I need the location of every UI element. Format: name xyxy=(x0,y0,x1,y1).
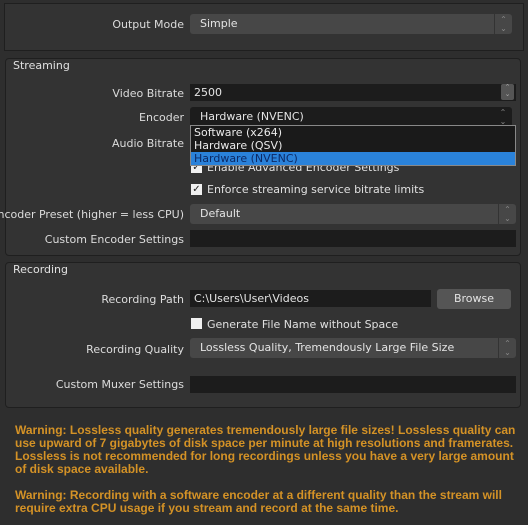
no-space-checkbox[interactable] xyxy=(191,318,202,329)
output-mode-label: Output Mode xyxy=(112,18,184,31)
no-space-label: Generate File Name without Space xyxy=(207,318,399,331)
output-mode-value: Simple xyxy=(200,17,238,30)
recording-title: Recording xyxy=(13,263,69,276)
recording-path-label: Recording Path xyxy=(101,293,184,306)
spin-arrows-icon: ⌃ ⌄ xyxy=(499,108,507,126)
spin-arrows-icon: ⌃ ⌄ xyxy=(498,204,516,224)
video-bitrate-value: 2500 xyxy=(194,86,222,99)
video-bitrate-label: Video Bitrate xyxy=(112,87,184,100)
encoder-preset-value: Default xyxy=(200,207,241,220)
enforce-bitrate-label: Enforce streaming service bitrate limits xyxy=(207,183,425,196)
output-mode-select[interactable]: Simple ⌃ ⌄ xyxy=(190,14,512,34)
encoder-preset-select[interactable]: Default ⌃ ⌄ xyxy=(190,204,516,224)
encoder-option-x264[interactable]: Software (x264) xyxy=(191,126,515,139)
recording-quality-value: Lossless Quality, Tremendously Large Fil… xyxy=(200,341,455,354)
recording-path-input[interactable]: C:\Users\User\Videos xyxy=(190,290,431,307)
encoder-value: Hardware (NVENC) xyxy=(200,110,304,123)
encoder-preset-label: Encoder Preset (higher = less CPU) xyxy=(0,208,184,221)
recording-quality-select[interactable]: Lossless Quality, Tremendously Large Fil… xyxy=(190,338,516,358)
encoder-select[interactable]: Hardware (NVENC) ⌃ ⌄ xyxy=(190,107,512,127)
video-bitrate-spinbox[interactable]: 2500 ⌃ ⌄ xyxy=(190,84,516,101)
spin-arrows-icon: ⌃ ⌄ xyxy=(498,338,516,358)
streaming-title: Streaming xyxy=(13,59,70,72)
browse-button[interactable]: Browse xyxy=(437,289,511,309)
spin-arrows-icon[interactable]: ⌃ ⌄ xyxy=(501,84,514,100)
spin-arrows-icon: ⌃ ⌄ xyxy=(494,14,512,34)
encoder-dropdown-list: Software (x264) Hardware (QSV) Hardware … xyxy=(190,125,516,166)
software-encoder-warning: Warning: Recording with a software encod… xyxy=(15,488,502,515)
encoder-option-qsv[interactable]: Hardware (QSV) xyxy=(191,139,515,152)
recording-quality-label: Recording Quality xyxy=(86,343,184,356)
custom-muxer-input[interactable] xyxy=(190,376,516,393)
custom-encoder-input[interactable] xyxy=(190,230,516,247)
enforce-bitrate-checkbox[interactable]: ✓ xyxy=(191,184,202,195)
encoder-label: Encoder xyxy=(139,111,184,124)
lossless-warning: Warning: Lossless quality generates trem… xyxy=(15,423,516,476)
encoder-option-nvenc[interactable]: Hardware (NVENC) xyxy=(191,152,515,165)
audio-bitrate-label: Audio Bitrate xyxy=(111,137,184,150)
custom-muxer-label: Custom Muxer Settings xyxy=(55,378,184,391)
custom-encoder-label: Custom Encoder Settings xyxy=(44,233,184,246)
